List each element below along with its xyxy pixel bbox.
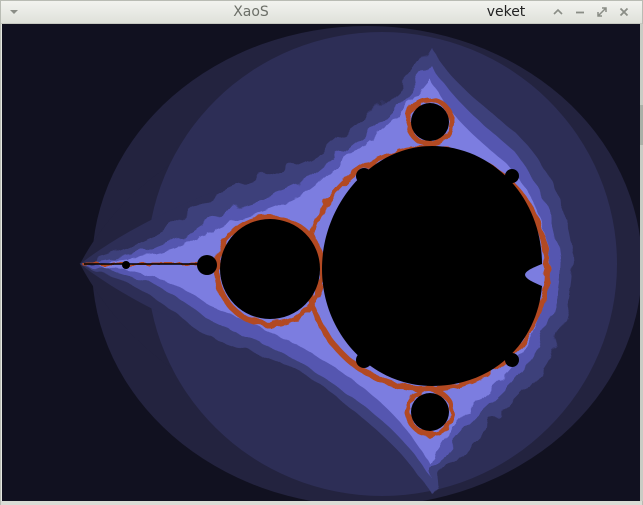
- maximize-button[interactable]: [594, 5, 610, 19]
- xaos-window: XaoS veket: [0, 0, 643, 505]
- titlebar: XaoS veket: [1, 1, 642, 24]
- shade-button[interactable]: [550, 5, 566, 19]
- fractal-canvas[interactable]: [2, 24, 640, 501]
- chevron-up-icon: [553, 8, 563, 15]
- window-title: XaoS: [233, 4, 269, 20]
- minimize-icon: [576, 11, 584, 14]
- maximize-icon: [597, 7, 607, 17]
- mandelbrot-fractal: [2, 24, 640, 501]
- minimize-button[interactable]: [572, 5, 588, 19]
- window-bottom-edge: [1, 501, 642, 505]
- close-icon: [619, 7, 629, 17]
- workspace-label[interactable]: veket: [471, 4, 541, 20]
- close-button[interactable]: [616, 5, 632, 19]
- window-controls: [550, 5, 632, 19]
